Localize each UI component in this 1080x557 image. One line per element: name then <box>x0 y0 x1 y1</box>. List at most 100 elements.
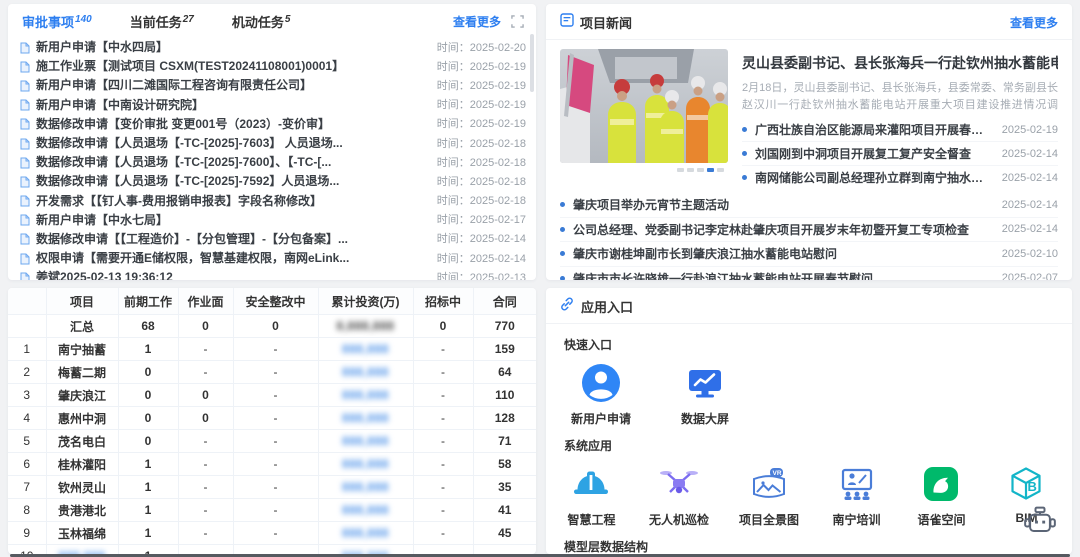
prelim-count: 1 <box>118 476 178 499</box>
table-row[interactable]: 6桂林灌阳1--888,888-58 <box>8 453 536 476</box>
carousel-dots <box>560 168 728 172</box>
table-row[interactable]: 9玉林福绵1--888,888-45 <box>8 522 536 545</box>
carousel-dot[interactable] <box>677 168 684 172</box>
news-item[interactable]: 公司总经理、党委副书记李定林赴肇庆项目开展岁末年初暨开复工专项检查2025-02… <box>560 218 1058 243</box>
project-name: 汇总 <box>46 315 118 338</box>
news-icon <box>560 13 574 32</box>
list-item[interactable]: 数据修改申请【人员退场【-TC-[2025]-7592】人员退场...时间：20… <box>20 171 526 190</box>
safety-count: - <box>233 338 318 361</box>
project-name: 南宁抽蓄 <box>46 338 118 361</box>
investment-value: 888,888 <box>318 499 413 522</box>
carousel-dot[interactable] <box>707 168 714 172</box>
news-item[interactable]: 刘国刚到中洞项目开展复工复产安全督查2025-02-14 <box>742 142 1058 166</box>
approval-time: 时间：2025-02-13 <box>437 269 526 280</box>
approvals-more-link[interactable]: 查看更多 <box>453 13 501 30</box>
news-photo[interactable] <box>560 49 728 163</box>
list-item[interactable]: 姜斌2025-02-13 19:36:12时间：2025-02-13 <box>20 267 526 280</box>
carousel-dot[interactable] <box>697 168 704 172</box>
contract-count: 64 <box>473 361 536 384</box>
bullet-icon <box>560 202 565 207</box>
projects-table-panel: 项目前期工作作业面安全整改中累计投资(万)招标中合同 汇总68008,888,8… <box>8 288 536 554</box>
bidding-count: - <box>413 522 473 545</box>
safety-count: 0 <box>233 315 318 338</box>
news-item[interactable]: 南网储能公司副总经理孙立群到南宁抽水蓄能电...2025-02-14 <box>742 166 1058 189</box>
table-row[interactable]: 2梅蓄二期0--888,888-64 <box>8 361 536 384</box>
tab-current-tasks[interactable]: 当前任务27 <box>130 12 194 31</box>
featured-news: 灵山县委副书记、县长张海兵一行赴钦州抽水蓄能电站调研 2月18日，灵山县委副书记… <box>546 40 1072 189</box>
list-item[interactable]: 新用户申请【中南设计研究院】时间：2025-02-19 <box>20 95 526 114</box>
row-index: 1 <box>8 338 46 361</box>
contract-count: 35 <box>473 476 536 499</box>
featured-news-title[interactable]: 灵山县委副书记、县长张海兵一行赴钦州抽水蓄能电站调研 <box>742 53 1058 73</box>
news-item[interactable]: 广西壮族自治区能源局来灌阳项目开展春节后复...2025-02-19 <box>742 118 1058 142</box>
expand-icon[interactable] <box>511 15 524 28</box>
list-item[interactable]: 新用户申请【中水七局】时间：2025-02-17 <box>20 210 526 229</box>
list-item[interactable]: 新用户申请【四川二滩国际工程咨询有限责任公司】时间：2025-02-19 <box>20 75 526 94</box>
column-header <box>8 288 46 315</box>
investment-value: 888,888 <box>318 384 413 407</box>
app-quick[interactable]: 新用户申请 <box>564 363 638 427</box>
document-icon <box>20 156 30 168</box>
approvals-scrollbar[interactable] <box>530 34 534 92</box>
carousel-dot[interactable] <box>687 168 694 172</box>
list-item[interactable]: 新用户申请【中水四局】时间：2025-02-20 <box>20 37 526 56</box>
document-icon <box>20 137 30 149</box>
news-full-list: 肇庆项目举办元宵节主题活动2025-02-14公司总经理、党委副书记李定林赴肇庆… <box>546 189 1072 280</box>
app-system[interactable]: 智慧工程 <box>564 464 619 528</box>
training-icon <box>837 464 877 504</box>
investment-value: 888,888 <box>318 407 413 430</box>
prelim-count: 1 <box>118 522 178 545</box>
table-row[interactable]: 10888,8881--888,888--- <box>8 545 536 555</box>
safety-count: - <box>233 407 318 430</box>
prelim-count: 1 <box>118 545 178 555</box>
app-system[interactable]: VR项目全景图 <box>739 464 799 528</box>
app-system[interactable]: 语雀空间 <box>914 464 969 528</box>
app-system[interactable]: 南宁培训 <box>829 464 884 528</box>
user-circle-icon <box>581 363 621 403</box>
app-quick[interactable]: 数据大屏 <box>668 363 742 427</box>
list-item[interactable]: 数据修改申请【【工程造价】-【分包管理】-【分包备案】...时间：2025-02… <box>20 229 526 248</box>
news-item[interactable]: 肇庆市谢桂坤副市长到肇庆浪江抽水蓄能电站慰问2025-02-10 <box>560 242 1058 267</box>
table-row[interactable]: 4惠州中洞00-888,888-128 <box>8 407 536 430</box>
investment-value: 888,888 <box>318 453 413 476</box>
row-index <box>8 315 46 338</box>
table-row[interactable]: 7钦州灵山1--888,888-35 <box>8 476 536 499</box>
news-item[interactable]: 肇庆项目举办元宵节主题活动2025-02-14 <box>560 193 1058 218</box>
tab-count-badge: 140 <box>75 14 92 25</box>
assistant-robot-icon[interactable] <box>1022 504 1058 540</box>
contract-count: 71 <box>473 430 536 453</box>
system-apps-label: 系统应用 <box>564 437 1054 454</box>
workface-count: - <box>178 499 233 522</box>
tab-approvals[interactable]: 审批事项140 <box>22 12 92 31</box>
apps-panel-title: 应用入口 <box>581 297 633 316</box>
list-item[interactable]: 开发需求【【钉人事-费用报销申报表】字段名称修改】时间：2025-02-18 <box>20 191 526 210</box>
featured-news-summary: 2月18日，灵山县委副书记、县长张海兵，县委常委、常务副县长赵汉川一行赴钦州抽水… <box>742 80 1058 114</box>
table-row-summary[interactable]: 汇总68008,888,8880770 <box>8 315 536 338</box>
approval-time: 时间：2025-02-19 <box>437 77 526 93</box>
workface-count: - <box>178 453 233 476</box>
app-system[interactable]: 无人机巡检 <box>649 464 709 528</box>
bim-cube-icon: B <box>1006 464 1046 504</box>
masked-value: 888,888 <box>342 526 389 540</box>
news-title: 广西壮族自治区能源局来灌阳项目开展春节后复... <box>755 121 990 138</box>
approval-title: 数据修改申请【人员退场【-TC-[2025]-7600】、【-TC-[... <box>36 153 425 170</box>
carousel-dot[interactable] <box>717 168 724 172</box>
bullet-icon <box>560 276 565 280</box>
news-item[interactable]: 肇庆市市长许晓雄一行赴浪江抽水蓄能电站开展春节慰问2025-02-07 <box>560 267 1058 281</box>
table-row[interactable]: 8贵港港北1--888,888-41 <box>8 499 536 522</box>
list-item[interactable]: 数据修改申请【人员退场【-TC-[2025]-7603】 人员退场...时间：2… <box>20 133 526 152</box>
app-label: 项目全景图 <box>739 511 799 528</box>
list-item[interactable]: 权限申请【需要开通E储权限，智慧基建权限，南网eLink...时间：2025-0… <box>20 248 526 267</box>
news-more-link[interactable]: 查看更多 <box>1010 14 1058 31</box>
list-item[interactable]: 施工作业票【测试项目 CSXM(TEST20241108001)0001】时间：… <box>20 56 526 75</box>
table-row[interactable]: 5茂名电白0--888,888-71 <box>8 430 536 453</box>
helmet-icon <box>571 464 611 504</box>
table-row[interactable]: 1南宁抽蓄1--888,888-159 <box>8 338 536 361</box>
contract-count: 159 <box>473 338 536 361</box>
table-row[interactable]: 3肇庆浪江00-888,888-110 <box>8 384 536 407</box>
tab-mobile-tasks[interactable]: 机动任务5 <box>232 12 291 31</box>
list-item[interactable]: 数据修改申请【变价审批 变更001号（2023）-变价审】时间：2025-02-… <box>20 114 526 133</box>
column-header: 项目 <box>46 288 118 315</box>
list-item[interactable]: 数据修改申请【人员退场【-TC-[2025]-7600】、【-TC-[...时间… <box>20 152 526 171</box>
approval-title: 数据修改申请【变价审批 变更001号（2023）-变价审】 <box>36 115 425 132</box>
